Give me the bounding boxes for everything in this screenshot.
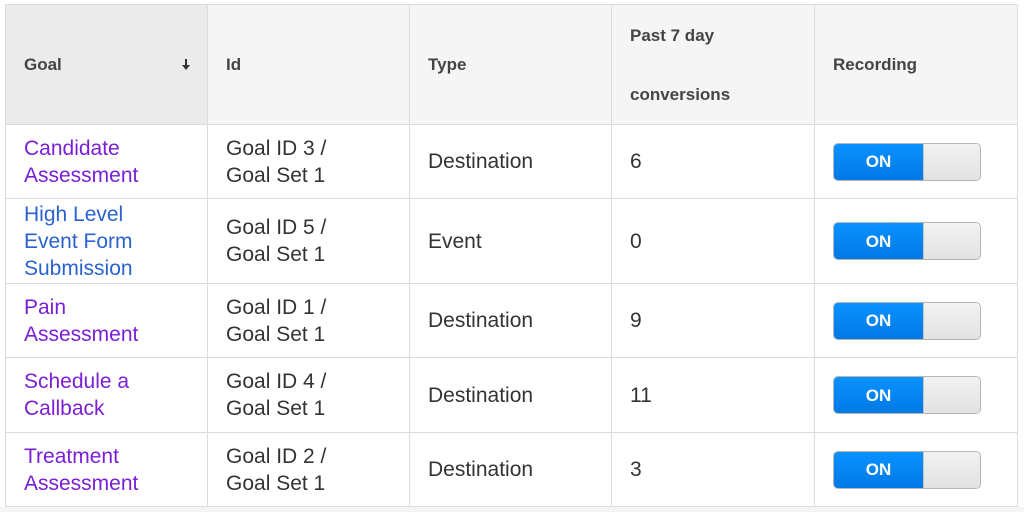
toggle-on-label: ON: [834, 223, 923, 259]
footer-strip: [0, 507, 1024, 512]
goal-set-text: Goal Set 1: [226, 163, 326, 187]
type-cell: Destination: [409, 283, 612, 358]
recording-toggle[interactable]: ON: [833, 222, 981, 260]
table-row: Pain Assessment Goal ID 1 / Goal Set 1 D…: [5, 283, 1018, 358]
goal-id-text: Goal ID 2 /: [226, 444, 327, 468]
recording-cell: ON: [814, 198, 1018, 284]
goal-cell: Schedule a Callback: [5, 357, 208, 433]
goal-link[interactable]: Candidate Assessment: [24, 135, 138, 189]
column-header-recording-label: Recording: [833, 54, 918, 74]
column-header-type-label: Type: [428, 54, 467, 74]
goal-name-line: Callback: [24, 397, 105, 420]
goal-name-line: Candidate: [24, 136, 120, 160]
goal-name-line: Assessment: [24, 163, 139, 187]
goal-name-line: Assessment: [24, 322, 139, 346]
goal-name-line: Schedule a: [24, 370, 130, 393]
toggle-knob[interactable]: [923, 143, 980, 180]
recording-toggle[interactable]: ON: [833, 450, 981, 489]
goal-set-text: Goal Set 1: [226, 243, 326, 266]
toggle-on-label: ON: [834, 143, 923, 180]
goal-link[interactable]: Schedule a Callback: [24, 368, 129, 422]
goal-cell: Pain Assessment: [5, 283, 208, 358]
column-header-goal-label: Goal: [24, 54, 62, 74]
goal-link[interactable]: Pain Assessment: [24, 294, 138, 348]
goal-link[interactable]: High Level Event Form Submission: [24, 201, 133, 282]
column-header-recording[interactable]: Recording: [814, 4, 1018, 125]
conversions-cell: 3: [611, 432, 815, 507]
goal-cell: High Level Event Form Submission: [5, 198, 208, 284]
recording-cell: ON: [814, 283, 1018, 358]
goal-name-line: Event Form: [24, 229, 133, 253]
goal-id-text: Goal ID 5 /: [226, 216, 327, 239]
conversions-cell: 9: [611, 283, 815, 358]
goal-set-text: Goal Set 1: [226, 322, 326, 346]
id-cell: Goal ID 5 / Goal Set 1: [207, 198, 410, 284]
table-row: High Level Event Form Submission Goal ID…: [5, 198, 1018, 284]
goals-page: Goal Id Type Past 7 day conversions Reco…: [0, 0, 1024, 512]
type-cell: Event: [409, 198, 612, 284]
table-row: Treatment Assessment Goal ID 2 / Goal Se…: [5, 432, 1018, 507]
goal-name-line: Assessment: [24, 471, 139, 495]
table-row: Schedule a Callback Goal ID 4 / Goal Set…: [5, 357, 1018, 433]
toggle-knob[interactable]: [923, 302, 980, 339]
goal-name-line: High Level: [24, 202, 124, 226]
id-cell: Goal ID 4 / Goal Set 1: [207, 357, 410, 433]
toggle-knob[interactable]: [923, 377, 980, 413]
type-cell: Destination: [409, 432, 612, 507]
goal-cell: Candidate Assessment: [5, 124, 208, 199]
recording-cell: ON: [814, 357, 1018, 433]
id-cell: Goal ID 3 / Goal Set 1: [207, 124, 410, 199]
column-header-goal[interactable]: Goal: [5, 4, 208, 125]
table-row: Candidate Assessment Goal ID 3 / Goal Se…: [5, 124, 1018, 199]
conversions-cell: 6: [611, 124, 815, 199]
column-header-id[interactable]: Id: [207, 4, 410, 125]
conversions-cell: 11: [611, 357, 815, 433]
type-cell: Destination: [409, 124, 612, 199]
column-header-id-label: Id: [226, 54, 242, 74]
goal-name-line: Submission: [24, 256, 133, 280]
recording-toggle[interactable]: ON: [833, 142, 981, 181]
goal-set-text: Goal Set 1: [226, 397, 326, 420]
toggle-on-label: ON: [834, 302, 923, 339]
toggle-knob[interactable]: [923, 223, 980, 259]
recording-toggle[interactable]: ON: [833, 376, 981, 414]
goal-name-line: Treatment: [24, 444, 119, 468]
type-cell: Destination: [409, 357, 612, 433]
column-header-conversions-line2: conversions: [630, 84, 731, 104]
column-header-type[interactable]: Type: [409, 4, 612, 125]
goal-id-text: Goal ID 1 /: [226, 295, 327, 319]
id-cell: Goal ID 2 / Goal Set 1: [207, 432, 410, 507]
goal-name-line: Pain: [24, 295, 67, 319]
goal-cell: Treatment Assessment: [5, 432, 208, 507]
toggle-on-label: ON: [834, 377, 923, 413]
goal-id-text: Goal ID 3 /: [226, 136, 327, 160]
toggle-knob[interactable]: [923, 451, 980, 488]
id-cell: Goal ID 1 / Goal Set 1: [207, 283, 410, 358]
recording-toggle[interactable]: ON: [833, 301, 981, 340]
goal-set-text: Goal Set 1: [226, 471, 326, 495]
column-header-conversions[interactable]: Past 7 day conversions: [611, 4, 815, 125]
conversions-cell: 0: [611, 198, 815, 284]
goal-id-text: Goal ID 4 /: [226, 370, 327, 393]
column-header-conversions-line1: Past 7 day: [630, 25, 715, 45]
goals-table: Goal Id Type Past 7 day conversions Reco…: [5, 4, 1018, 507]
arrow-down-icon: [181, 58, 191, 71]
recording-cell: ON: [814, 432, 1018, 507]
header-row: Goal Id Type Past 7 day conversions Reco…: [5, 4, 1018, 125]
recording-cell: ON: [814, 124, 1018, 199]
toggle-on-label: ON: [834, 451, 923, 488]
goal-link[interactable]: Treatment Assessment: [24, 443, 138, 497]
